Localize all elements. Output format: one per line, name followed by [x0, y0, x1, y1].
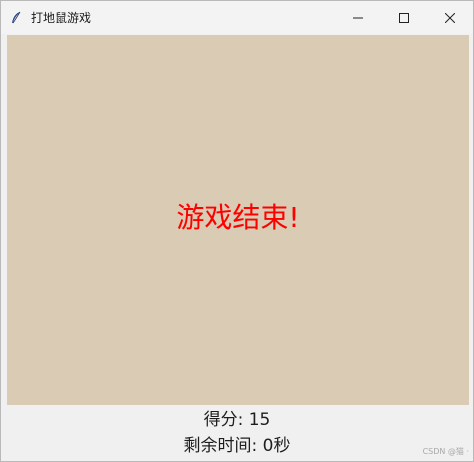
minimize-icon — [353, 17, 363, 18]
minimize-button[interactable] — [335, 1, 381, 34]
maximize-icon — [399, 12, 409, 23]
feather-icon — [1, 1, 31, 34]
app-window: 打地鼠游戏 游戏结束! 得分: 15 剩余时间: 0秒 CSDN @猫 · — [0, 0, 474, 462]
window-controls — [335, 1, 473, 34]
watermark: CSDN @猫 · — [422, 447, 469, 456]
game-over-message: 游戏结束! — [176, 201, 300, 234]
score-label: 得分: 15 — [203, 410, 271, 430]
close-icon — [445, 12, 455, 23]
maximize-button[interactable] — [381, 1, 427, 34]
close-button[interactable] — [427, 1, 473, 34]
title-bar[interactable]: 打地鼠游戏 — [1, 1, 473, 34]
window-title: 打地鼠游戏 — [31, 11, 92, 25]
game-canvas[interactable]: 游戏结束! — [7, 35, 469, 405]
time-left-label: 剩余时间: 0秒 — [183, 436, 291, 456]
